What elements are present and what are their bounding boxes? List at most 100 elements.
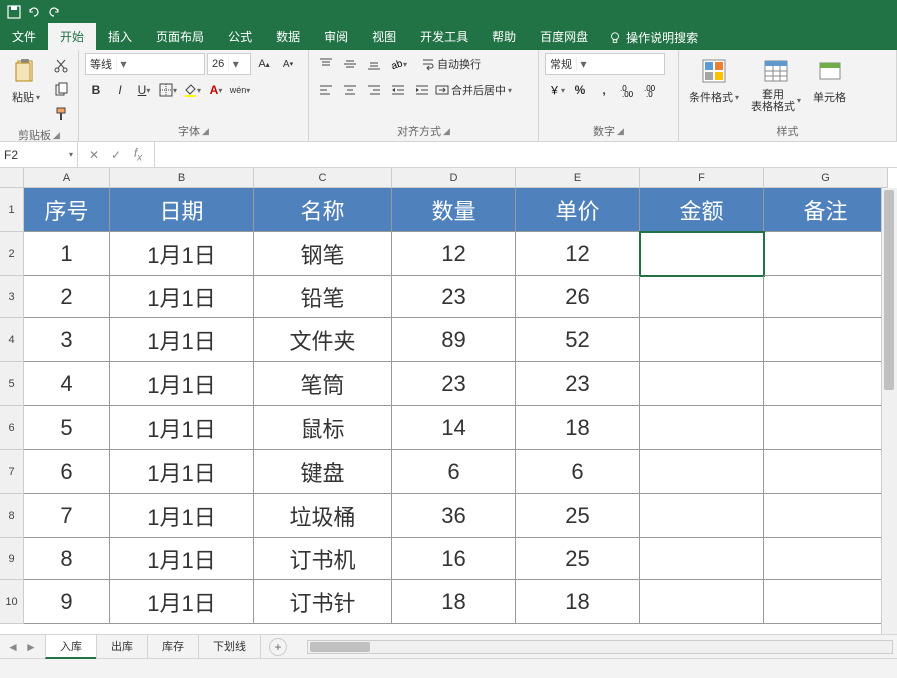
cell[interactable]: 1月1日 [110,580,254,624]
font-size-combo[interactable]: 26▾ [207,53,251,75]
cell[interactable]: 6 [24,450,110,494]
decrease-font-button[interactable]: A▾ [277,53,299,75]
cell[interactable]: 2 [24,276,110,318]
header-cell[interactable]: 序号 [24,188,110,232]
cell[interactable]: 18 [516,406,640,450]
row-header-4[interactable]: 4 [0,318,24,362]
header-cell[interactable]: 金额 [640,188,764,232]
header-cell[interactable]: 数量 [392,188,516,232]
cell[interactable] [640,276,764,318]
row-header-8[interactable]: 8 [0,494,24,538]
cell[interactable] [764,232,888,276]
comma-button[interactable]: , [593,79,615,101]
cell[interactable] [764,362,888,406]
increase-font-button[interactable]: A▴ [253,53,275,75]
col-header-G[interactable]: G [764,168,888,188]
cell[interactable]: 18 [516,580,640,624]
align-middle-button[interactable] [339,53,361,75]
col-header-D[interactable]: D [392,168,516,188]
number-format-combo[interactable]: 常规▾ [545,53,665,75]
col-header-E[interactable]: E [516,168,640,188]
cell[interactable]: 14 [392,406,516,450]
cell[interactable]: 1 [24,232,110,276]
add-sheet-button[interactable]: + [269,638,287,656]
align-top-button[interactable] [315,53,337,75]
align-left-button[interactable] [315,79,337,101]
cell[interactable] [764,450,888,494]
header-cell[interactable]: 单价 [516,188,640,232]
cell-style-button[interactable]: 单元格 [809,53,850,107]
clipboard-launcher-icon[interactable]: ◢ [53,130,60,141]
header-cell[interactable]: 名称 [254,188,392,232]
menu-formulas[interactable]: 公式 [216,23,264,50]
cell[interactable]: 1月1日 [110,318,254,362]
row-header-3[interactable]: 3 [0,276,24,318]
cell[interactable] [640,406,764,450]
cell[interactable]: 6 [516,450,640,494]
paste-button[interactable]: 粘贴▾ [6,53,46,107]
table-format-button[interactable]: 套用 表格格式▾ [747,53,805,115]
cell[interactable]: 8 [24,538,110,580]
sheet-tab[interactable]: 入库 [45,634,97,659]
bold-button[interactable]: B [85,79,107,101]
vertical-scrollbar[interactable] [881,188,897,634]
sheet-nav-next[interactable]: ► [22,638,40,656]
cells-area[interactable]: 序号日期名称数量单价金额备注11月1日钢笔121221月1日铅笔232631月1… [24,188,888,624]
sheet-tab[interactable]: 出库 [96,634,148,659]
cut-button[interactable] [50,55,72,77]
increase-decimal-button[interactable]: .0.00 [617,79,639,101]
menu-file[interactable]: 文件 [0,23,48,50]
cell[interactable]: 36 [392,494,516,538]
sheet-nav-prev[interactable]: ◄ [4,638,22,656]
row-header-2[interactable]: 2 [0,232,24,276]
enter-formula-button[interactable]: ✓ [106,145,126,165]
col-header-A[interactable]: A [24,168,110,188]
wrap-text-button[interactable]: 自动换行 [421,53,481,75]
cell[interactable] [640,450,764,494]
cell[interactable]: 16 [392,538,516,580]
font-name-combo[interactable]: 等线▾ [85,53,205,75]
cell[interactable]: 25 [516,494,640,538]
col-header-B[interactable]: B [110,168,254,188]
format-painter-button[interactable] [50,103,72,125]
cell[interactable] [640,232,764,276]
cell[interactable]: 12 [392,232,516,276]
cell[interactable]: 26 [516,276,640,318]
tell-me[interactable]: 操作说明搜索 [600,25,706,50]
cell[interactable] [764,406,888,450]
cell[interactable] [640,494,764,538]
menu-review[interactable]: 审阅 [312,23,360,50]
cell[interactable]: 1月1日 [110,232,254,276]
col-header-F[interactable]: F [640,168,764,188]
font-launcher-icon[interactable]: ◢ [202,126,209,137]
sheet-tab[interactable]: 下划线 [198,634,261,659]
cell[interactable]: 23 [392,276,516,318]
cell[interactable]: 1月1日 [110,494,254,538]
percent-button[interactable]: % [569,79,591,101]
menu-dev[interactable]: 开发工具 [408,23,480,50]
fill-color-button[interactable]: ▾ [181,79,203,101]
cell[interactable]: 6 [392,450,516,494]
cell[interactable]: 1月1日 [110,276,254,318]
row-header-1[interactable]: 1 [0,188,24,232]
cell[interactable]: 订书针 [254,580,392,624]
cell[interactable]: 12 [516,232,640,276]
merge-button[interactable]: 合并后居中▾ [435,79,512,101]
cell[interactable]: 18 [392,580,516,624]
spreadsheet-grid[interactable]: ABCDEFG 12345678910 序号日期名称数量单价金额备注11月1日钢… [0,168,897,634]
cancel-formula-button[interactable]: ✕ [84,145,104,165]
italic-button[interactable]: I [109,79,131,101]
cell[interactable]: 键盘 [254,450,392,494]
header-cell[interactable]: 日期 [110,188,254,232]
decrease-decimal-button[interactable]: .00.0 [641,79,663,101]
copy-button[interactable] [50,79,72,101]
conditional-format-button[interactable]: 条件格式▾ [685,53,743,107]
redo-icon[interactable] [46,4,62,20]
cell[interactable]: 52 [516,318,640,362]
row-header-7[interactable]: 7 [0,450,24,494]
underline-button[interactable]: U▾ [133,79,155,101]
cell[interactable]: 23 [516,362,640,406]
cell[interactable] [640,538,764,580]
menu-data[interactable]: 数据 [264,23,312,50]
menu-insert[interactable]: 插入 [96,23,144,50]
